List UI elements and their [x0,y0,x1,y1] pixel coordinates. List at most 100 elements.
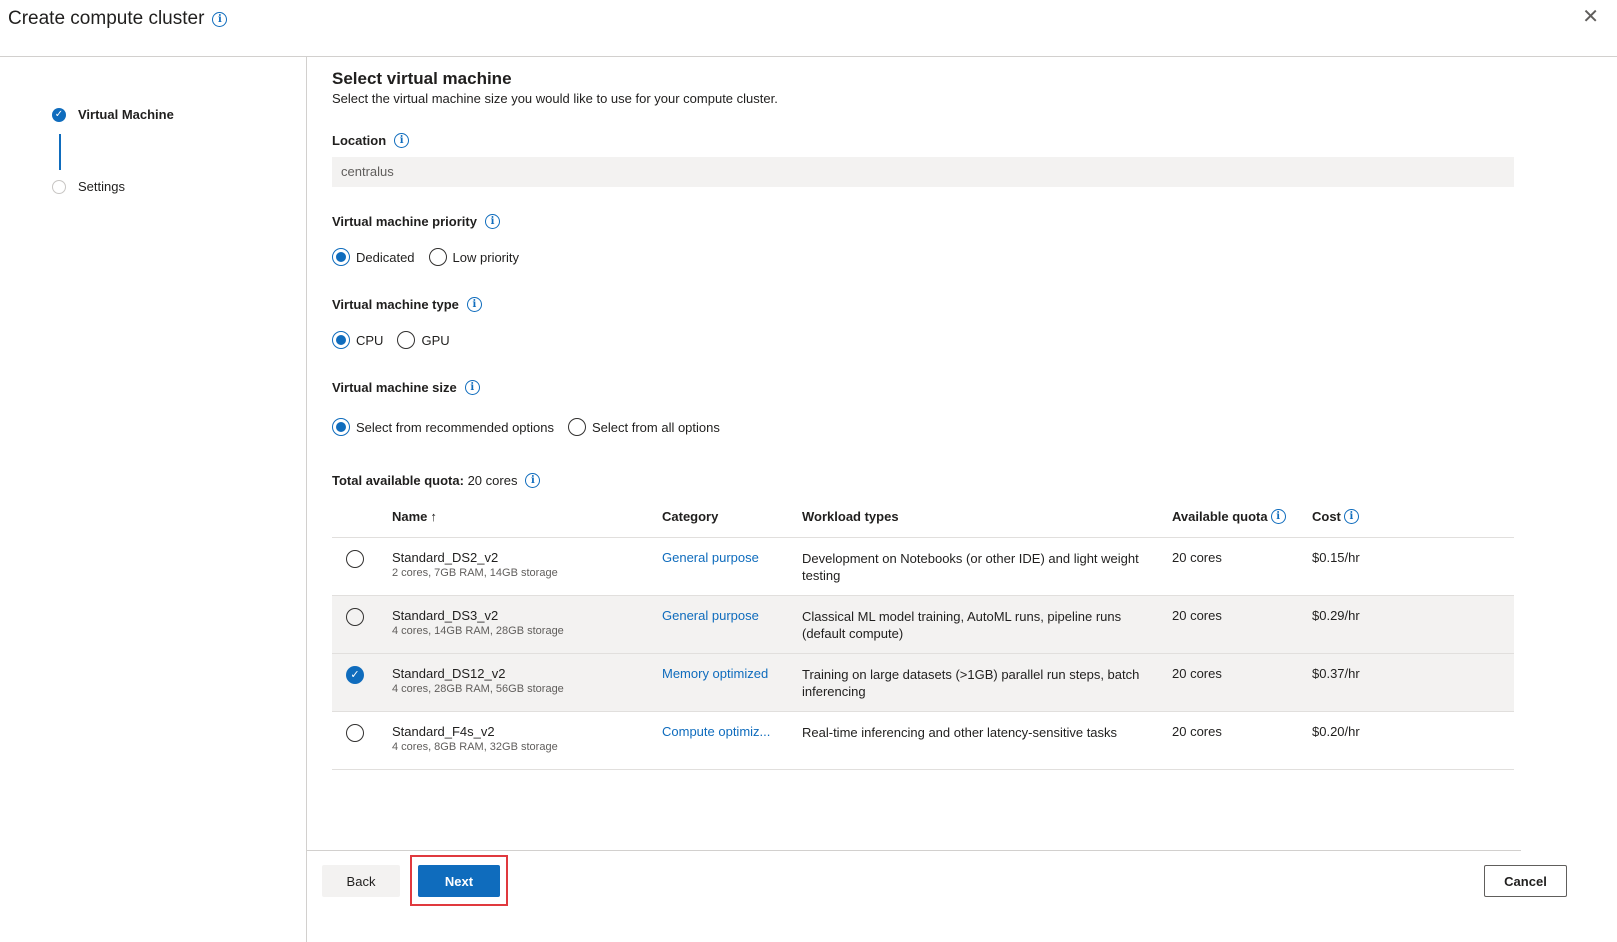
radio-label: Low priority [452,249,520,265]
type-label: Virtual machine type [332,297,459,312]
table-row[interactable]: Standard_DS3_v2 4 cores, 14GB RAM, 28GB … [332,596,1514,654]
vm-name-cell: Standard_F4s_v2 4 cores, 8GB RAM, 32GB s… [392,724,558,753]
column-header-workload[interactable]: Workload types [802,509,899,524]
cost-cell: $0.20/hr [1312,724,1360,739]
row-radio[interactable] [346,724,364,742]
table-row[interactable]: ✓ Standard_DS12_v2 4 cores, 28GB RAM, 56… [332,654,1514,712]
row-radio[interactable] [346,550,364,568]
priority-label: Virtual machine priority [332,214,477,229]
workload-cell: Development on Notebooks (or other IDE) … [802,551,1139,583]
info-icon[interactable]: i [1270,509,1286,524]
section-heading: Select virtual machine [332,69,512,88]
info-icon[interactable]: i [394,133,410,148]
vm-name-cell: Standard_DS2_v2 2 cores, 7GB RAM, 14GB s… [392,550,558,579]
step-connector [59,134,61,170]
quota-cell: 20 cores [1172,724,1222,739]
radio-all-options[interactable]: Select from all options [567,418,720,436]
radio-label: GPU [421,332,450,348]
step-label: Settings [78,179,125,194]
location-field: centralus [332,157,1514,187]
size-label-wrap: Virtual machine size i [332,380,480,395]
quota-label: Total available quota: [332,473,464,488]
category-link[interactable]: Compute optimiz... [662,724,770,739]
dialog-header: Create compute cluster i ✕ [0,0,1617,57]
radio-empty-icon [428,248,447,266]
info-icon[interactable]: i [484,214,500,229]
header-label: Name [392,509,428,524]
footer-divider [306,850,1521,851]
category-link[interactable]: General purpose [662,550,759,565]
vm-spec: 2 cores, 7GB RAM, 14GB storage [392,567,558,579]
back-button[interactable]: Back [322,865,400,897]
vm-size-table: Name ↑ Category Workload types Available… [332,499,1514,770]
type-radio-group: CPU GPU [332,331,450,349]
vm-name: Standard_DS3_v2 [392,608,499,623]
location-label: Location [332,133,387,148]
cancel-button[interactable]: Cancel [1484,865,1567,897]
steps-panel: ✓ Virtual Machine Settings [0,57,307,942]
cost-cell: $0.15/hr [1312,550,1360,565]
quota-cell: 20 cores [1172,550,1222,565]
check-circle-icon: ✓ [52,107,66,122]
workload-cell: Classical ML model training, AutoML runs… [802,609,1122,641]
radio-recommended-options[interactable]: Select from recommended options [332,418,554,436]
info-icon[interactable]: i [212,11,228,27]
workload-cell: Training on large datasets (>1GB) parall… [802,667,1140,699]
header-label: Available quota [1172,509,1268,524]
category-link[interactable]: General purpose [662,608,759,623]
column-header-category[interactable]: Category [662,509,718,524]
column-header-cost[interactable]: Cost i [1312,509,1359,524]
column-header-name[interactable]: Name ↑ [392,509,437,524]
quota-summary: Total available quota: 20 cores i [332,473,541,488]
radio-empty-icon [567,418,586,436]
section-subheading: Select the virtual machine size you woul… [332,91,778,106]
quota-value: 20 cores [467,473,518,488]
empty-circle-icon [52,179,66,194]
column-header-quota[interactable]: Available quota i [1172,509,1286,524]
vm-name: Standard_DS12_v2 [392,666,506,681]
table-header: Name ↑ Category Workload types Available… [332,499,1514,538]
size-label: Virtual machine size [332,380,457,395]
close-icon[interactable]: ✕ [1582,4,1599,29]
size-radio-group: Select from recommended options Select f… [332,418,720,436]
info-icon[interactable]: i [1343,509,1359,524]
workload-cell: Real-time inferencing and other latency-… [802,725,1118,740]
next-button[interactable]: Next [418,865,500,897]
radio-selected-icon [332,331,350,349]
radio-empty-icon [397,331,416,349]
step-label: Virtual Machine [78,107,174,122]
quota-cell: 20 cores [1172,666,1222,681]
sort-arrow-icon: ↑ [430,509,437,524]
info-icon[interactable]: i [464,380,480,395]
cost-cell: $0.37/hr [1312,666,1360,681]
checkmark-icon[interactable]: ✓ [346,666,364,684]
radio-cpu[interactable]: CPU [332,331,383,349]
info-icon[interactable]: i [466,297,482,312]
dialog-title: Create compute cluster [8,8,205,29]
step-virtual-machine[interactable]: ✓ Virtual Machine [52,107,174,122]
radio-label: Select from recommended options [356,419,554,435]
row-radio[interactable] [346,608,364,626]
info-icon[interactable]: i [525,473,541,488]
step-settings[interactable]: Settings [52,179,125,194]
radio-label: Select from all options [591,419,720,435]
location-label-wrap: Location i [332,133,410,148]
radio-label: CPU [356,332,384,348]
header-label: Cost [1312,509,1341,524]
vm-name-cell: Standard_DS12_v2 4 cores, 28GB RAM, 56GB… [392,666,564,695]
table-row[interactable]: Standard_DS2_v2 2 cores, 7GB RAM, 14GB s… [332,538,1514,596]
category-link[interactable]: Memory optimized [662,666,768,681]
vm-name-cell: Standard_DS3_v2 4 cores, 14GB RAM, 28GB … [392,608,564,637]
vm-name: Standard_F4s_v2 [392,724,495,739]
table-row[interactable]: Standard_F4s_v2 4 cores, 8GB RAM, 32GB s… [332,712,1514,770]
radio-dedicated[interactable]: Dedicated [332,248,415,266]
radio-gpu[interactable]: GPU [397,331,450,349]
cost-cell: $0.29/hr [1312,608,1360,623]
quota-cell: 20 cores [1172,608,1222,623]
radio-low-priority[interactable]: Low priority [428,248,520,266]
dialog-title-wrap: Create compute cluster i [8,8,228,30]
priority-label-wrap: Virtual machine priority i [332,214,500,229]
vm-spec: 4 cores, 8GB RAM, 32GB storage [392,741,558,753]
priority-radio-group: Dedicated Low priority [332,248,519,266]
radio-label: Dedicated [356,249,415,265]
